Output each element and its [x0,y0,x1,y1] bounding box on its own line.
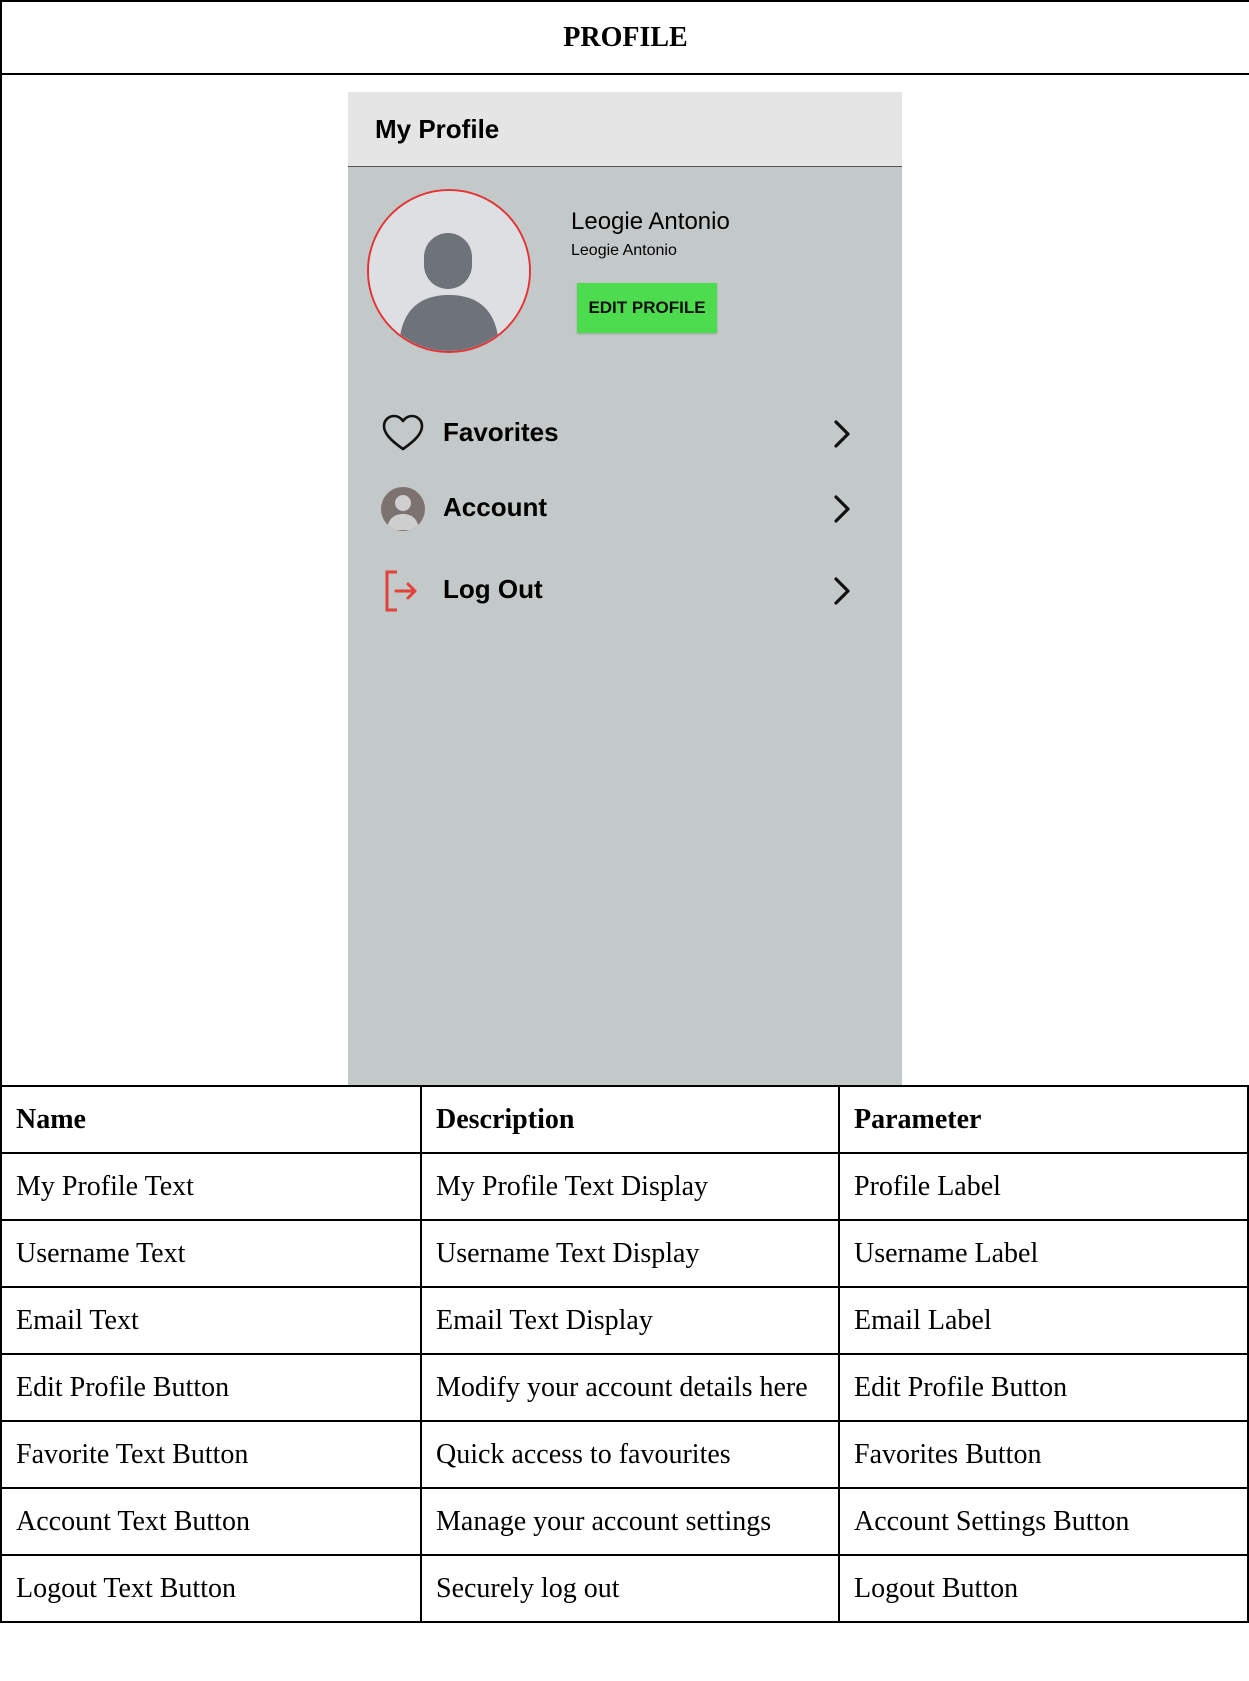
table-cell-description: Securely log out [420,1554,840,1623]
table-cell-parameter: Edit Profile Button [838,1353,1249,1422]
table-cell-name: Account Text Button [0,1487,422,1556]
table-cell-name: Username Text [0,1219,422,1288]
table-cell-name: Logout Text Button [0,1554,422,1623]
document-page: PROFILE My Profile Leogie Antonio Leogie… [0,0,1249,1681]
menu-item-logout[interactable]: Log Out [380,562,860,618]
table-cell-description: Quick access to favourites [420,1420,840,1489]
table-cell-description: My Profile Text Display [420,1152,840,1221]
column-header-description: Description [420,1085,840,1154]
favorites-label: Favorites [443,417,559,447]
table-row: Edit Profile Button Modify your account … [0,1353,1249,1422]
table-cell-description: Modify your account details here [420,1353,840,1422]
table-cell-name: My Profile Text [0,1152,422,1221]
edit-profile-button[interactable]: EDIT PROFILE [577,283,717,333]
menu-item-account[interactable]: Account [380,480,860,536]
table-cell-description: Email Text Display [420,1286,840,1355]
username-text: Leogie Antonio [571,208,730,235]
table-cell-name: Edit Profile Button [0,1353,422,1422]
chevron-right-icon [830,576,854,606]
app-header: My Profile [348,92,902,167]
spec-table: Name Description Parameter My Profile Te… [0,1085,1249,1623]
table-row: Email Text Email Text Display Email Labe… [0,1286,1249,1355]
table-cell-parameter: Favorites Button [838,1420,1249,1489]
account-label: Account [443,492,547,522]
menu-item-favorites[interactable]: Favorites [380,405,860,461]
table-cell-parameter: Profile Label [838,1152,1249,1221]
logout-icon [380,568,426,614]
table-row: Logout Text Button Securely log out Logo… [0,1554,1249,1623]
table-header-row: Name Description Parameter [0,1085,1249,1154]
table-cell-parameter: Logout Button [838,1554,1249,1623]
table-row: Favorite Text Button Quick access to fav… [0,1420,1249,1489]
default-avatar-icon [369,191,529,351]
table-cell-name: Favorite Text Button [0,1420,422,1489]
table-row: Username Text Username Text Display User… [0,1219,1249,1288]
chevron-right-icon [830,494,854,524]
table-cell-parameter: Account Settings Button [838,1487,1249,1556]
account-circle-icon [380,486,426,532]
heart-icon [380,411,426,457]
my-profile-title: My Profile [375,113,500,144]
chevron-right-icon [830,419,854,449]
table-cell-description: Manage your account settings [420,1487,840,1556]
email-text: Leogie Antonio [571,242,677,259]
table-cell-parameter: Email Label [838,1286,1249,1355]
table-cell-parameter: Username Label [838,1219,1249,1288]
avatar [367,189,531,353]
column-header-name: Name [0,1085,422,1154]
table-row: Account Text Button Manage your account … [0,1487,1249,1556]
table-cell-name: Email Text [0,1286,422,1355]
table-cell-description: Username Text Display [420,1219,840,1288]
table-row: My Profile Text My Profile Text Display … [0,1152,1249,1221]
phone-mockup: My Profile Leogie Antonio Leogie Antonio… [348,92,902,1085]
section-title: PROFILE [2,2,1249,75]
logout-label: Log Out [443,574,543,604]
column-header-parameter: Parameter [838,1085,1249,1154]
